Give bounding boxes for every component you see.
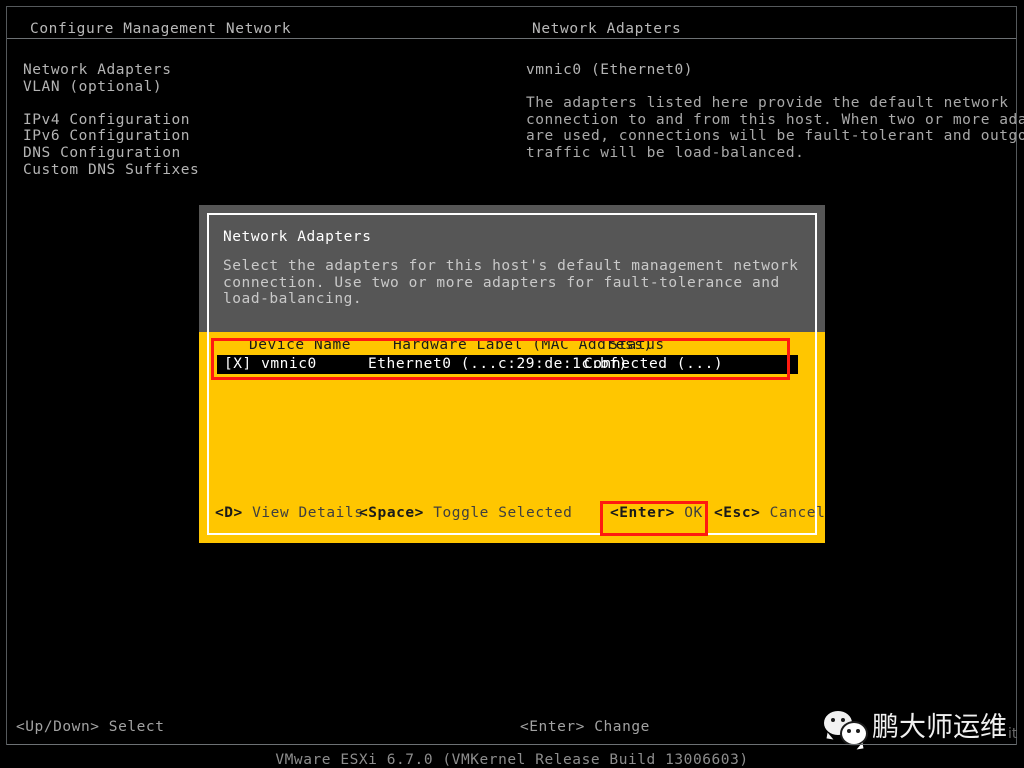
table-row[interactable]: [X] vmnic0 Ethernet0 (...c:29:de:1c:bf)Co… <box>217 355 798 374</box>
detail-pane: vmnic0 (Ethernet0) The adapters listed h… <box>526 62 1024 162</box>
ok-label: OK <box>674 505 703 521</box>
menu-item-ipv6-configuration[interactable]: IPv6 Configuration <box>23 128 483 145</box>
version-line: VMware ESXi 6.7.0 (VMKernel Release Buil… <box>275 752 749 768</box>
status-select-label: Select <box>99 719 165 735</box>
ok-button[interactable]: <Enter> OK <box>610 505 703 521</box>
header-bar: Configure Management Network Network Ada… <box>7 7 1016 38</box>
detail-description: The adapters listed here provide the def… <box>526 95 1024 161</box>
wechat-logo-icon <box>824 709 868 746</box>
column-header-hardware-label: Hardware Label (MAC Address) <box>393 337 653 353</box>
detail-line: connection to and from this host. When t… <box>526 111 1024 128</box>
adapter-status: Connected (...) <box>584 356 724 372</box>
status-change-key: <Enter> <box>520 719 585 735</box>
adapter-hardware-label: Ethernet0 (...c:29:de:1c:bf) <box>368 356 628 372</box>
detail-line: are used, connections will be fault-tole… <box>526 128 1024 145</box>
cancel-key: <Esc> <box>714 505 761 521</box>
status-hint-change: <Enter> Change <box>520 719 650 735</box>
toggle-selected-label: Toggle Selected <box>423 505 573 521</box>
column-header-status: Status <box>609 337 665 353</box>
dialog-body: Device Name Hardware Label (MAC Address)S… <box>199 332 825 543</box>
menu-item-network-adapters[interactable]: Network Adapters <box>23 62 483 79</box>
menu-item-custom-dns-suffixes[interactable]: Custom DNS Suffixes <box>23 162 483 179</box>
status-select-key: <Up/Down> <box>16 719 100 735</box>
adapter-device-name: vmnic0 <box>261 356 317 372</box>
adapter-table: Device Name Hardware Label (MAC Address)S… <box>217 336 809 374</box>
dialog-description-line: load-balancing. <box>223 291 363 308</box>
dialog-header: Network Adapters Select the adapters for… <box>199 205 825 340</box>
menu-item-ipv4-configuration[interactable]: IPv4 Configuration <box>23 112 483 129</box>
dialog-description-line: connection. Use two or more adapters for… <box>223 274 780 291</box>
adapter-checkbox-and-name[interactable]: [X] vmnic0 <box>224 355 368 374</box>
status-hint-select: <Up/Down> Select <box>16 719 165 735</box>
view-details-button[interactable]: <D> View Details <box>215 505 363 521</box>
menu-spacer <box>23 95 483 112</box>
detail-line: traffic will be load-balanced. <box>526 144 805 161</box>
view-details-label: View Details <box>242 505 364 521</box>
status-change-label: Change <box>584 719 650 735</box>
detail-line: The adapters listed here provide the def… <box>526 95 1009 112</box>
detail-heading: vmnic0 (Ethernet0) <box>526 62 694 78</box>
screen-title-left: Configure Management Network <box>30 21 292 37</box>
checkbox-icon[interactable]: [X] <box>224 356 252 372</box>
watermark-text: 鹏大师运维 <box>872 711 1007 743</box>
watermark: 鹏大师运维 it <box>824 707 1017 747</box>
view-details-key: <D> <box>215 505 243 521</box>
ok-key: <Enter> <box>610 505 675 521</box>
column-header-device-name: Device Name <box>249 337 352 353</box>
cancel-button[interactable]: <Esc> Cancel <box>714 505 825 521</box>
network-adapters-dialog: Network Adapters Select the adapters for… <box>199 205 831 549</box>
screen-title-right: Network Adapters <box>532 21 682 37</box>
table-header-row: Device Name Hardware Label (MAC Address)S… <box>217 336 809 355</box>
header-divider <box>7 38 1016 39</box>
menu-item-dns-configuration[interactable]: DNS Configuration <box>23 145 483 162</box>
menu-list: Network Adapters VLAN (optional) IPv4 Co… <box>23 62 483 178</box>
dialog-title: Network Adapters <box>223 229 372 245</box>
status-divider <box>7 744 1016 745</box>
dialog-description: Select the adapters for this host's defa… <box>223 258 798 308</box>
cancel-label: Cancel <box>760 505 826 521</box>
toggle-selected-key: <Space> <box>359 505 424 521</box>
dialog-description-line: Select the adapters for this host's defa… <box>223 258 799 274</box>
menu-item-vlan[interactable]: VLAN (optional) <box>23 79 483 96</box>
dialog-footer: <D> View Details <Space> Toggle Selected… <box>199 505 825 527</box>
toggle-selected-button[interactable]: <Space> Toggle Selected <box>359 505 572 521</box>
